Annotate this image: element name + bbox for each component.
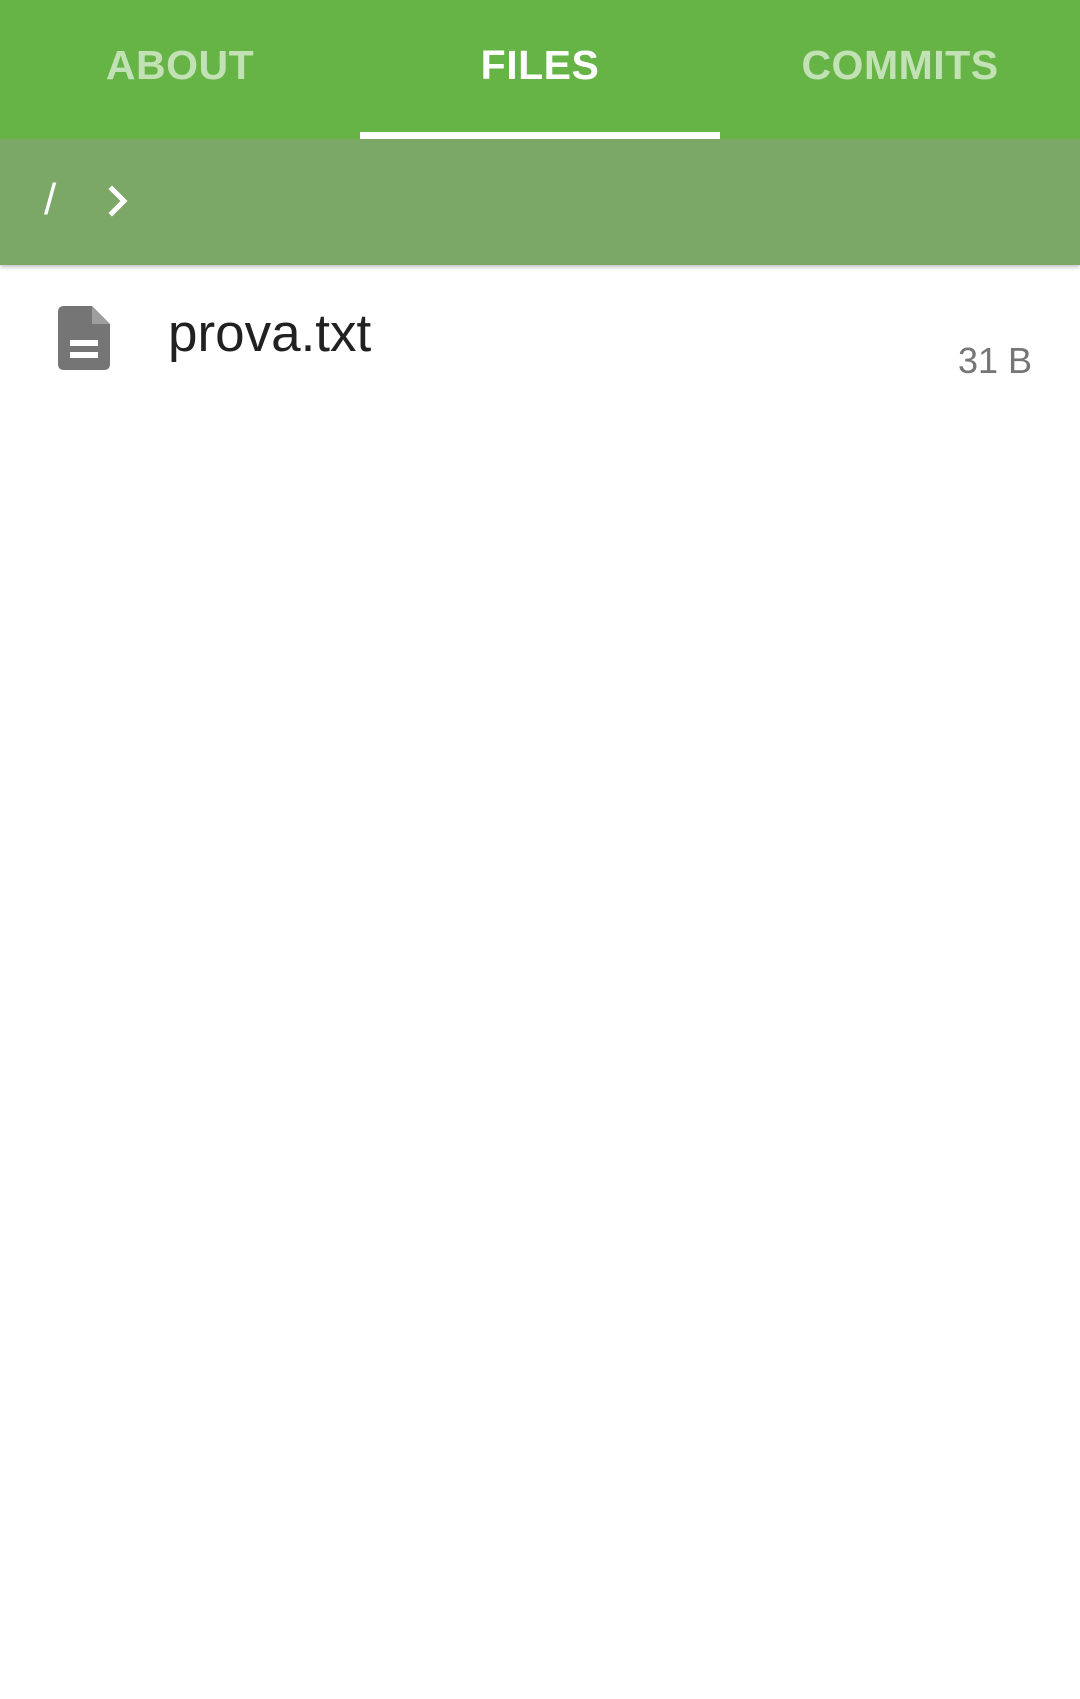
tab-commits[interactable]: COMMITS <box>720 0 1080 139</box>
breadcrumb-root[interactable]: / <box>44 175 56 225</box>
file-document-icon <box>58 306 110 370</box>
app-root: ABOUT FILES COMMITS / prova.txt 31 B <box>0 0 1080 1699</box>
active-tab-indicator <box>360 132 720 139</box>
file-size: 31 B <box>957 340 1032 381</box>
file-row[interactable]: prova.txt 31 B <box>0 265 1080 415</box>
file-name: prova.txt <box>168 304 372 363</box>
tab-bar: ABOUT FILES COMMITS <box>0 0 1080 139</box>
tab-about[interactable]: ABOUT <box>0 0 360 139</box>
tab-about-label: ABOUT <box>105 42 255 88</box>
tab-commits-label: COMMITS <box>801 42 999 88</box>
breadcrumb: / <box>0 139 1080 265</box>
tab-files-label: FILES <box>480 42 600 88</box>
chevron-right-icon <box>108 185 128 217</box>
tab-files[interactable]: FILES <box>360 0 720 139</box>
file-list: prova.txt 31 B <box>0 265 1080 415</box>
